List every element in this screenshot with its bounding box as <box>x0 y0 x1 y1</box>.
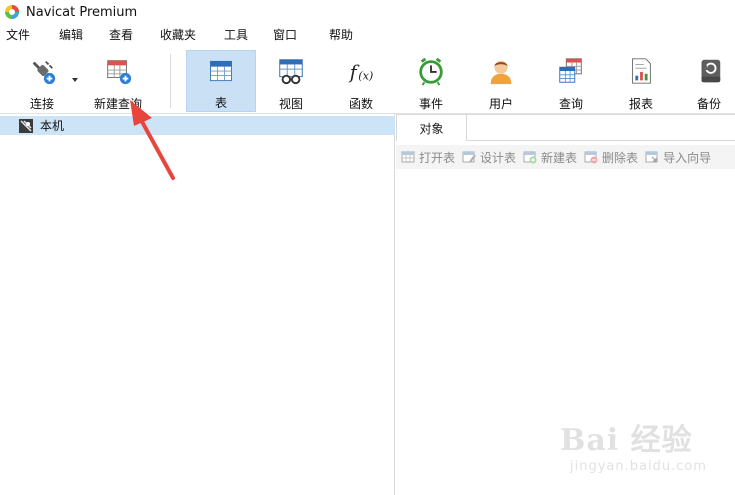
import-wizard-label: 导入向导 <box>663 150 712 165</box>
plug-connect-icon <box>33 60 56 85</box>
title-bar: Navicat Premium <box>0 0 735 24</box>
watermark-url: jingyan.baidu.com <box>570 459 707 474</box>
query-button[interactable]: 查询 <box>543 50 599 112</box>
user-label: 用户 <box>488 97 513 111</box>
function-button[interactable]: f (x) 函数 <box>333 50 389 112</box>
main-toolbar: 连接 新建查询 表 视图 f (x) 函数 事件 用户 查询 报表 备份 <box>0 46 735 114</box>
connect-label: 连接 <box>29 97 54 111</box>
object-toolbar: 打开表 设计表 新建表 删除表 导入向导 <box>396 145 735 169</box>
clock-event-icon <box>419 57 443 86</box>
baidu-jingyan-watermark: Bai 经验 jingyan.baidu.com <box>560 415 720 485</box>
navicat-logo-icon <box>5 5 19 19</box>
open-table-icon <box>401 151 415 163</box>
function-label: 函数 <box>348 97 373 111</box>
delete-table-label: 删除表 <box>602 150 639 165</box>
menu-tools[interactable]: 工具 <box>218 24 267 46</box>
table-icon <box>210 60 232 82</box>
open-table-button[interactable]: 打开表 <box>396 146 457 168</box>
user-button[interactable]: 用户 <box>473 50 529 112</box>
tree-item-label: 本机 <box>40 119 65 133</box>
new-table-label: 新建表 <box>541 150 578 165</box>
watermark-brand: Bai 经验 <box>560 423 693 458</box>
open-table-label: 打开表 <box>419 150 456 165</box>
event-label: 事件 <box>418 97 443 111</box>
delete-table-icon <box>584 151 598 164</box>
report-label: 报表 <box>628 97 653 111</box>
backup-button[interactable]: 备份 <box>683 50 735 112</box>
table-label: 表 <box>214 96 227 110</box>
backup-label: 备份 <box>696 97 721 111</box>
table-button[interactable]: 表 <box>186 50 256 112</box>
menu-favorites[interactable]: 收藏夹 <box>154 24 218 46</box>
function-icon: f (x) <box>348 63 374 84</box>
connect-dropdown-arrow[interactable] <box>72 78 78 82</box>
tab-objects-label: 对象 <box>419 121 444 136</box>
report-button[interactable]: 报表 <box>613 50 669 112</box>
menu-file[interactable]: 文件 <box>0 24 53 46</box>
report-icon <box>632 58 651 84</box>
design-table-button[interactable]: 设计表 <box>457 146 518 168</box>
connection-tree-pane: 本机 <box>0 114 395 495</box>
design-table-icon <box>462 151 476 163</box>
tab-strip: 对象 <box>396 114 735 141</box>
menu-window[interactable]: 窗口 <box>267 24 323 46</box>
design-table-label: 设计表 <box>480 150 517 165</box>
import-wizard-icon <box>645 151 658 163</box>
backup-icon <box>701 59 721 83</box>
menu-edit[interactable]: 编辑 <box>53 24 103 46</box>
tree-item-localhost[interactable]: 本机 <box>0 116 395 135</box>
connection-icon <box>19 118 33 133</box>
delete-table-button[interactable]: 删除表 <box>579 146 640 168</box>
query-icon <box>559 58 582 83</box>
menu-bar: 文件 编辑 查看 收藏夹 工具 窗口 帮助 <box>0 24 735 46</box>
new-table-button[interactable]: 新建表 <box>518 146 579 168</box>
view-button[interactable]: 视图 <box>262 50 320 112</box>
user-icon <box>490 60 512 85</box>
connect-button[interactable]: 连接 <box>14 50 70 112</box>
query-label: 查询 <box>558 97 583 111</box>
import-wizard-button[interactable]: 导入向导 <box>640 146 713 168</box>
svg-text:(x): (x) <box>358 69 373 82</box>
view-label: 视图 <box>278 97 303 111</box>
menu-view[interactable]: 查看 <box>103 24 154 46</box>
menu-help[interactable]: 帮助 <box>323 24 363 46</box>
annotation-arrow-icon <box>130 100 175 180</box>
new-table-icon <box>523 151 537 164</box>
event-button[interactable]: 事件 <box>403 50 459 112</box>
view-icon <box>279 59 303 85</box>
window-title: Navicat Premium <box>26 4 138 20</box>
tab-objects[interactable]: 对象 <box>396 114 467 141</box>
new-query-icon <box>107 60 132 85</box>
tab-strip-empty <box>467 114 735 141</box>
